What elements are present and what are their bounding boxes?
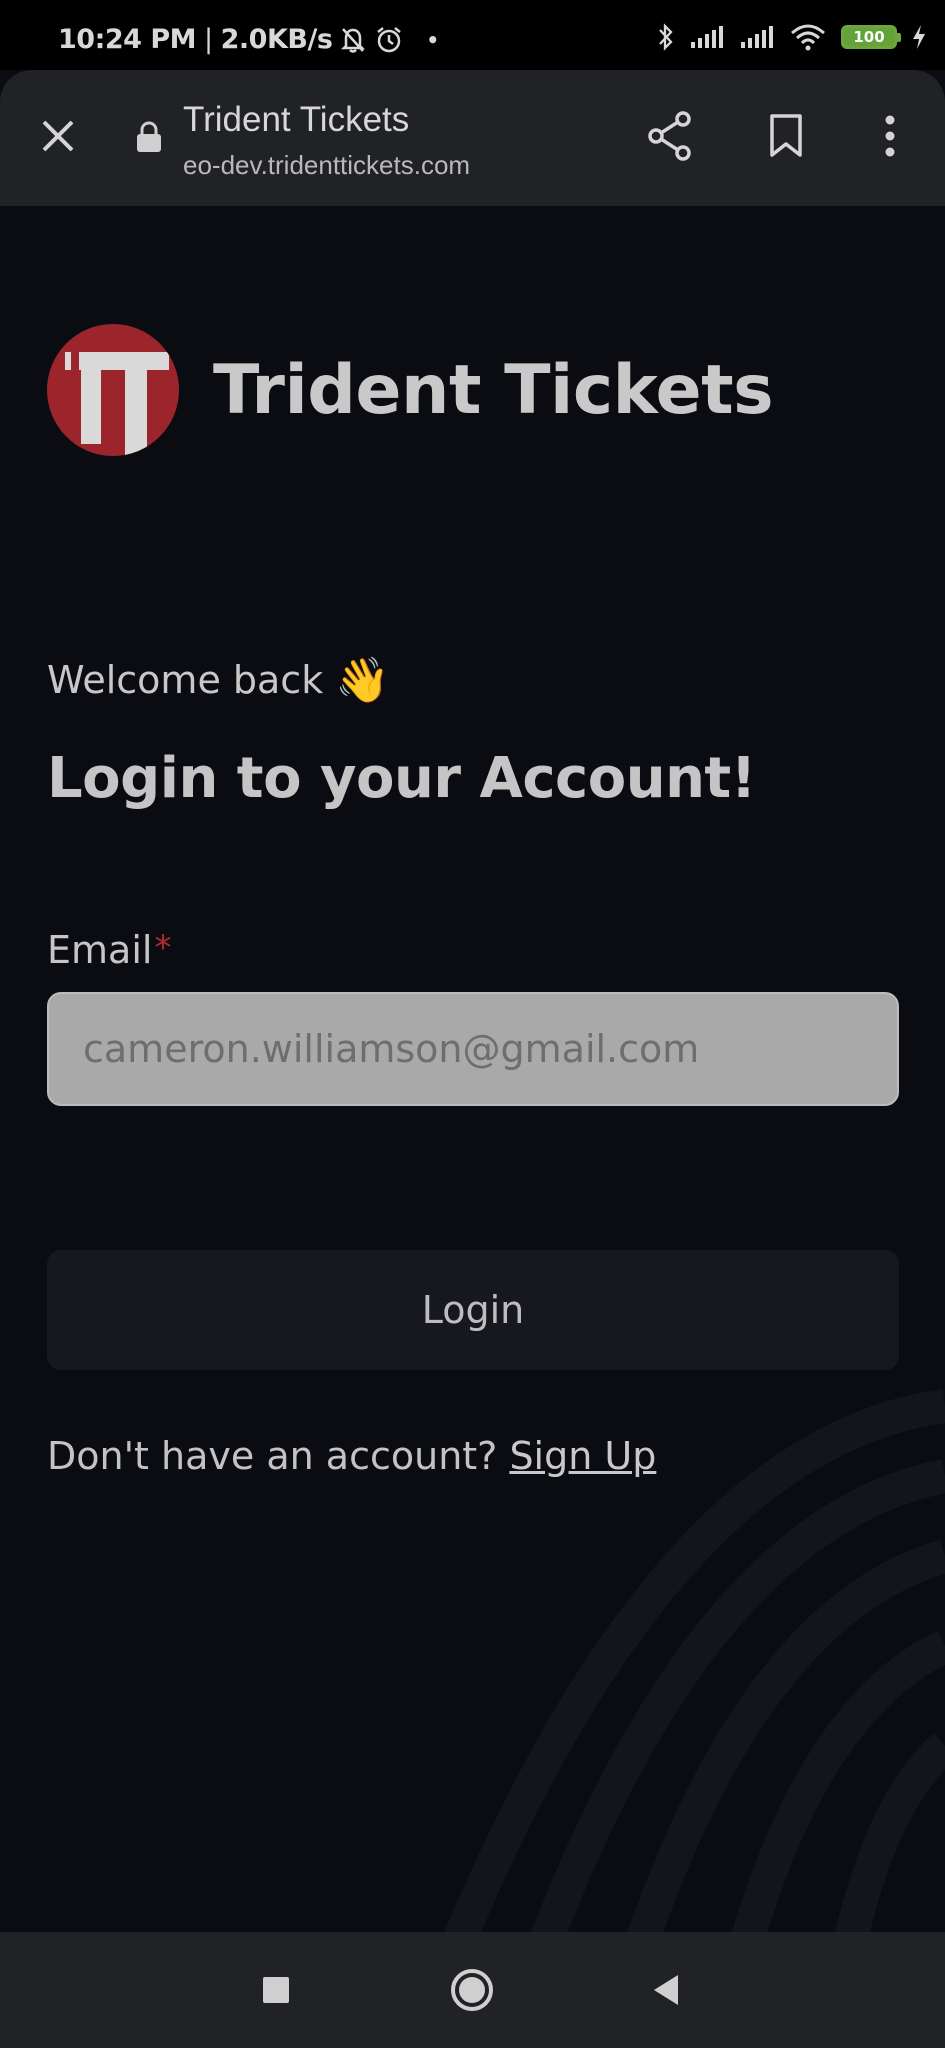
status-right: 100 [657,22,927,52]
bookmark-icon[interactable] [756,106,816,166]
email-label-text: Email [47,928,153,972]
charging-icon [911,23,927,51]
email-field[interactable] [47,992,899,1106]
close-icon[interactable] [32,110,84,162]
alarm-icon [374,25,404,55]
battery-icon: 100 [841,25,901,49]
status-separator: | [204,24,213,55]
login-page: Trident Tickets Welcome back 👋 Login to … [0,206,945,1932]
browser-url[interactable]: eo-dev.tridenttickets.com [183,150,470,181]
bluetooth-icon [657,22,675,52]
battery-level: 100 [853,28,885,46]
system-navigation-bar [0,1932,945,2048]
more-vertical-icon[interactable] [860,106,920,166]
email-label: Email * [47,928,171,972]
status-time: 10:24 PM [58,24,197,55]
signup-prompt-text: Don't have an account? [47,1434,498,1478]
signup-prompt-row: Don't have an account? Sign Up [47,1434,656,1478]
back-triangle-icon[interactable] [638,1962,694,2018]
waving-hand-icon: 👋 [335,655,391,706]
status-bar: 10:24 PM | 2.0KB/s • 100 [0,0,945,70]
login-heading: Login to your Account! [47,746,756,811]
trident-tickets-logo [47,324,179,456]
brand-header: Trident Tickets [47,324,774,456]
browser-toolbar: Trident Tickets eo-dev.tridenttickets.co… [0,70,945,206]
network-speed: 2.0KB/s [220,24,333,55]
welcome-message: Welcome back 👋 [47,654,390,706]
share-icon[interactable] [640,106,700,166]
phone-screen: 10:24 PM | 2.0KB/s • 100 Trident Tickets… [0,0,945,2048]
welcome-text: Welcome back [47,658,324,702]
recents-square-icon[interactable] [248,1962,304,2018]
wifi-icon [789,23,827,51]
mute-bell-icon [340,26,366,54]
signal-icon [739,24,775,50]
browser-page-title: Trident Tickets [183,100,410,139]
lock-icon [134,120,164,158]
status-left: 10:24 PM | 2.0KB/s • [58,24,439,55]
status-dot: • [426,27,439,52]
required-marker: * [154,928,172,968]
brand-name: Trident Tickets [213,350,774,430]
login-button[interactable]: Login [47,1250,899,1370]
home-circle-icon[interactable] [444,1962,500,2018]
signal-icon [689,24,725,50]
sign-up-link[interactable]: Sign Up [509,1434,656,1478]
